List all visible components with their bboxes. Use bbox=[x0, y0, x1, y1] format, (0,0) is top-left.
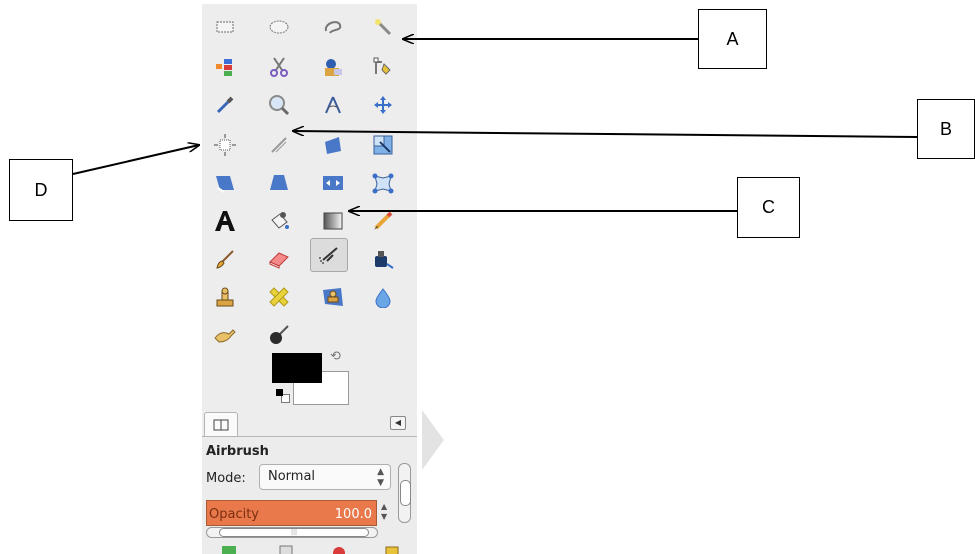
callout-arrows bbox=[72, 0, 918, 554]
default-colors-icon[interactable] bbox=[276, 389, 283, 396]
arrow-d bbox=[72, 145, 199, 175]
callout-label-c: C bbox=[737, 177, 800, 238]
arrow-b bbox=[293, 131, 918, 138]
callout-label-d: D bbox=[9, 159, 73, 221]
callout-label-a: A bbox=[698, 9, 767, 69]
callout-label-b: B bbox=[917, 99, 975, 159]
foreground-color-swatch[interactable] bbox=[272, 353, 322, 383]
